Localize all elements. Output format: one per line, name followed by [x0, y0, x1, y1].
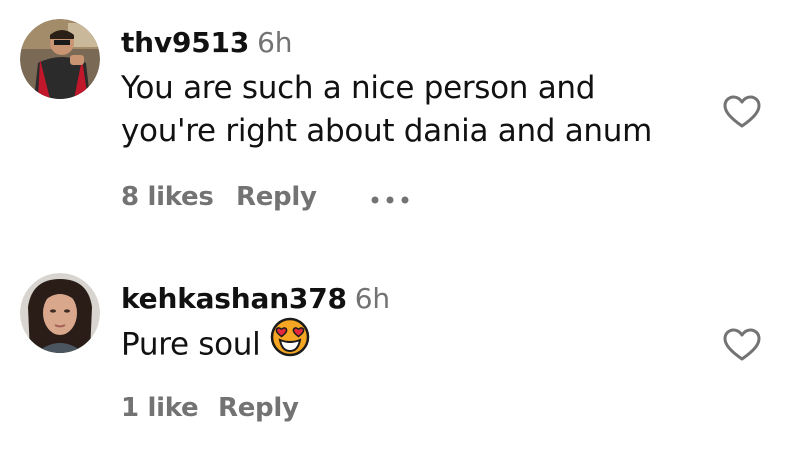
- heart-outline-icon[interactable]: [723, 328, 761, 362]
- comment-text: You are such a nice person and you're ri…: [121, 67, 652, 153]
- likes-count[interactable]: 1 like: [121, 393, 199, 423]
- username[interactable]: kehkashan378: [121, 282, 347, 315]
- more-horizontal-icon[interactable]: [370, 190, 412, 209]
- comment-actions: 1 like: [121, 393, 199, 423]
- comment-text: Pure soul: [121, 317, 310, 369]
- heart-eyes-emoji: [270, 317, 310, 369]
- reply-button[interactable]: Reply: [218, 393, 299, 423]
- avatar[interactable]: [20, 19, 100, 99]
- comment-item: thv9513 6h You are such a nice person and…: [0, 0, 787, 240]
- comment-header: thv9513 6h: [121, 26, 292, 59]
- comment-text-line: Pure soul: [121, 326, 261, 363]
- heart-outline-icon[interactable]: [723, 95, 761, 129]
- timestamp: 6h: [257, 26, 293, 59]
- comment-text-line: you're right about dania and anum: [121, 113, 653, 149]
- timestamp: 6h: [354, 282, 390, 315]
- comment-text-line: You are such a nice person and: [121, 70, 596, 106]
- reply-button[interactable]: Reply: [236, 182, 317, 212]
- comment-item: kehkashan378 6h Pure soul 1 like Reply: [0, 240, 787, 455]
- comment-header: kehkashan378 6h: [121, 282, 390, 315]
- avatar[interactable]: [20, 273, 100, 353]
- likes-count[interactable]: 8 likes: [121, 182, 214, 212]
- comment-actions: 8 likes: [121, 182, 214, 212]
- reply-wrapper: Reply: [218, 393, 299, 423]
- username[interactable]: thv9513: [121, 26, 249, 59]
- reply-wrapper: Reply: [236, 182, 317, 212]
